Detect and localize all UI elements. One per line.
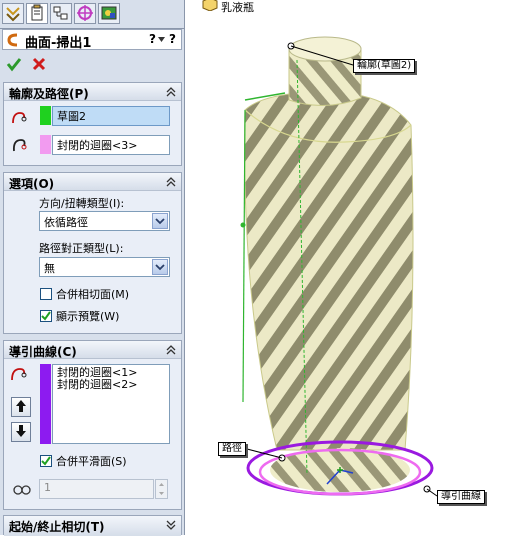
merge-smooth-checkbox[interactable] bbox=[40, 455, 52, 467]
graphics-viewport[interactable]: 乳液瓶 輪廓(草圖2) 路徑 導引曲線 bbox=[185, 0, 512, 535]
sweep-surface-icon bbox=[7, 33, 18, 47]
help-button[interactable]: ? bbox=[149, 32, 156, 46]
show-preview-checkbox[interactable] bbox=[40, 310, 52, 322]
move-up-button[interactable] bbox=[11, 397, 31, 417]
group-title: 導引曲線(C) bbox=[9, 345, 77, 359]
profile-sketch-icon bbox=[12, 112, 27, 124]
guide-color-swatch bbox=[40, 364, 51, 444]
cancel-x-icon[interactable] bbox=[31, 56, 47, 72]
checkmark-icon bbox=[41, 311, 51, 321]
path-sketch-icon bbox=[12, 139, 27, 152]
chevron-down-icon bbox=[155, 218, 165, 225]
group-title: 起始/終止相切(T) bbox=[9, 520, 105, 534]
property-manager-panel: 曲面-掃出1 ? ? 輪廓及路徑(P) 草圖2 封閉的迴圈<3> 選項(O) 方… bbox=[0, 0, 185, 536]
display-manager-tab[interactable] bbox=[98, 3, 120, 24]
orientation-value: 依循路徑 bbox=[44, 216, 88, 229]
guide-curves-header[interactable]: 導引曲線(C) bbox=[4, 341, 181, 359]
list-item[interactable]: 封閉的迴圈<2> bbox=[57, 379, 165, 391]
ok-check-icon[interactable] bbox=[6, 56, 22, 72]
callout-profile[interactable]: 輪廓(草圖2) bbox=[353, 59, 416, 73]
path-align-dropdown-button[interactable] bbox=[152, 259, 168, 275]
chevron-down-icon bbox=[155, 264, 165, 271]
merge-smooth-label[interactable]: 合併平滑面(S) bbox=[56, 453, 127, 469]
show-preview-label[interactable]: 顯示預覽(W) bbox=[56, 308, 119, 324]
feature-title: 曲面-掃出1 bbox=[25, 36, 92, 51]
guide-curves-group: 導引曲線(C) 封閉的迴圈<1> 封閉的迴圈<2> 合併平滑面(S) 1 bbox=[3, 340, 182, 510]
section-spin-field[interactable]: 1 bbox=[39, 479, 154, 499]
merge-tangent-label[interactable]: 合併相切面(M) bbox=[56, 286, 129, 302]
help-dropdown-icon[interactable] bbox=[158, 35, 165, 43]
detailed-help-button[interactable]: ? bbox=[169, 32, 176, 46]
options-group: 選項(O) 方向/扭轉類型(I): 依循路徑 路徑對正類型(L): 無 合併相切… bbox=[3, 172, 182, 334]
group-title: 輪廓及路徑(P) bbox=[9, 87, 89, 101]
profile-path-header[interactable]: 輪廓及路徑(P) bbox=[4, 83, 181, 101]
configuration-manager-tab[interactable] bbox=[50, 3, 72, 24]
move-down-button[interactable] bbox=[11, 422, 31, 442]
config-manager-icon bbox=[53, 6, 68, 20]
options-header[interactable]: 選項(O) bbox=[4, 173, 181, 191]
feature-title-bar: 曲面-掃出1 ? ? bbox=[2, 29, 182, 51]
expand-chevrons-icon[interactable] bbox=[165, 519, 177, 531]
path-align-label: 路徑對正類型(L): bbox=[39, 242, 124, 255]
section-spinner[interactable] bbox=[155, 479, 168, 499]
guide-curve-icon bbox=[11, 368, 27, 381]
merge-tangent-checkbox[interactable] bbox=[40, 288, 52, 300]
callout-guide-curve[interactable]: 導引曲線 bbox=[437, 490, 485, 504]
feature-manager-tab[interactable] bbox=[2, 3, 24, 24]
profile-color-swatch bbox=[40, 106, 51, 125]
path-color-swatch bbox=[40, 135, 51, 154]
collapse-chevrons-icon[interactable] bbox=[165, 176, 177, 188]
orientation-dropdown-button[interactable] bbox=[152, 213, 168, 229]
checkmark-icon bbox=[41, 456, 51, 466]
manager-tabs bbox=[0, 0, 184, 29]
path-field[interactable]: 封閉的迴圈<3> bbox=[52, 135, 170, 155]
profile-path-group: 輪廓及路徑(P) 草圖2 封閉的迴圈<3> bbox=[3, 82, 182, 166]
callout-path[interactable]: 路徑 bbox=[218, 442, 246, 456]
start-end-header[interactable]: 起始/終止相切(T) bbox=[4, 516, 181, 536]
dimxpert-tab[interactable] bbox=[74, 3, 96, 24]
path-align-value: 無 bbox=[44, 262, 55, 275]
property-manager-icon bbox=[31, 4, 43, 21]
group-title: 選項(O) bbox=[9, 177, 55, 191]
orientation-label: 方向/扭轉類型(I): bbox=[39, 197, 125, 210]
orientation-select[interactable]: 依循路徑 bbox=[39, 211, 170, 231]
arrow-down-icon bbox=[16, 425, 26, 437]
display-manager-icon bbox=[101, 6, 117, 20]
profile-field[interactable]: 草圖2 bbox=[52, 106, 170, 126]
show-sections-icon[interactable] bbox=[11, 480, 33, 500]
start-end-tangency-group: 起始/終止相切(T) bbox=[3, 515, 182, 536]
spinner-arrows-icon bbox=[159, 483, 164, 495]
dimxpert-icon bbox=[77, 5, 93, 21]
collapse-chevrons-icon[interactable] bbox=[165, 344, 177, 356]
path-align-select[interactable]: 無 bbox=[39, 257, 170, 277]
property-manager-tab[interactable] bbox=[26, 3, 48, 24]
feature-manager-icon bbox=[6, 7, 20, 22]
guide-curves-list[interactable]: 封閉的迴圈<1> 封閉的迴圈<2> bbox=[52, 364, 170, 444]
arrow-up-icon bbox=[16, 400, 26, 412]
collapse-chevrons-icon[interactable] bbox=[165, 86, 177, 98]
